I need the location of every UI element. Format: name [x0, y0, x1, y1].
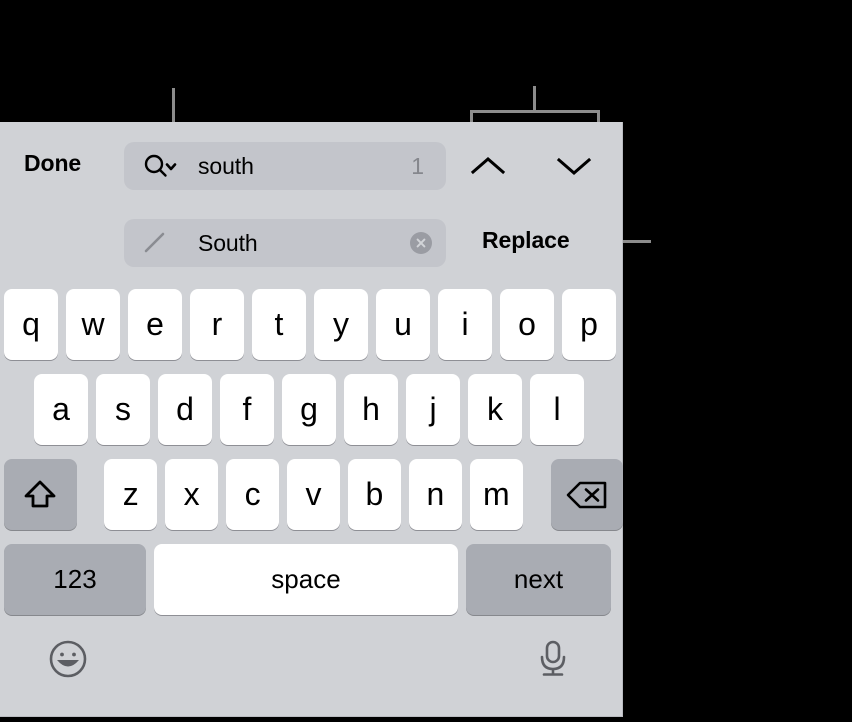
keyboard-row-1: q w e r t y u i o p [0, 282, 623, 367]
numbers-key[interactable]: 123 [4, 544, 146, 615]
keyboard-utility-row [0, 622, 623, 704]
next-key[interactable]: next [466, 544, 611, 615]
emoji-icon[interactable] [45, 636, 91, 682]
onscreen-keyboard: q w e r t y u i o p a s d f g h j k l z … [0, 282, 624, 704]
done-button[interactable]: Done [24, 150, 81, 177]
search-input-value[interactable]: south [198, 142, 254, 190]
key-p[interactable]: p [562, 289, 616, 360]
replace-field[interactable]: South [124, 219, 446, 267]
key-e[interactable]: e [128, 289, 182, 360]
key-l[interactable]: l [530, 374, 584, 445]
key-m[interactable]: m [469, 459, 523, 530]
shift-arrow-up-icon [24, 480, 56, 507]
find-replace-keyboard-panel: Done south 1 South Replace q w e r t y u… [0, 122, 624, 717]
chevron-up-icon[interactable] [464, 142, 512, 190]
microphone-icon[interactable] [530, 636, 576, 682]
key-w[interactable]: w [66, 289, 120, 360]
key-c[interactable]: c [226, 459, 280, 530]
key-o[interactable]: o [500, 289, 554, 360]
callout-bracket-stem-nav-arrows [533, 86, 536, 112]
search-icon[interactable] [142, 142, 188, 190]
key-x[interactable]: x [165, 459, 219, 530]
clear-icon[interactable] [410, 232, 432, 254]
key-u[interactable]: u [376, 289, 430, 360]
find-replace-bar: Done south 1 South Replace [0, 122, 622, 282]
delete-key[interactable] [550, 459, 624, 530]
space-key[interactable]: space [154, 544, 458, 615]
key-f[interactable]: f [220, 374, 274, 445]
callout-bracket-bar-nav-arrows [470, 110, 600, 113]
key-t[interactable]: t [252, 289, 306, 360]
key-q[interactable]: q [4, 289, 58, 360]
shift-key[interactable] [4, 459, 77, 530]
search-field[interactable]: south 1 [124, 142, 446, 190]
replace-input-value[interactable]: South [198, 219, 258, 267]
keyboard-row-3: z x c v b n m [0, 452, 624, 537]
key-k[interactable]: k [468, 374, 522, 445]
keyboard-row-2: a s d f g h j k l [0, 367, 623, 452]
delete-backward-icon [566, 481, 607, 508]
key-n[interactable]: n [408, 459, 462, 530]
replace-button[interactable]: Replace [482, 227, 570, 254]
key-h[interactable]: h [344, 374, 398, 445]
key-v[interactable]: v [287, 459, 340, 530]
keyboard-row-4: 123 space next [0, 537, 623, 622]
key-j[interactable]: j [406, 374, 460, 445]
key-s[interactable]: s [96, 374, 150, 445]
key-r[interactable]: r [190, 289, 244, 360]
key-b[interactable]: b [347, 459, 401, 530]
key-z[interactable]: z [104, 459, 158, 530]
key-g[interactable]: g [282, 374, 336, 445]
key-i[interactable]: i [438, 289, 492, 360]
key-y[interactable]: y [314, 289, 368, 360]
match-count: 1 [411, 152, 424, 179]
key-d[interactable]: d [158, 374, 212, 445]
key-a[interactable]: a [34, 374, 88, 445]
chevron-down-icon[interactable] [550, 142, 598, 190]
pencil-icon [142, 219, 188, 267]
